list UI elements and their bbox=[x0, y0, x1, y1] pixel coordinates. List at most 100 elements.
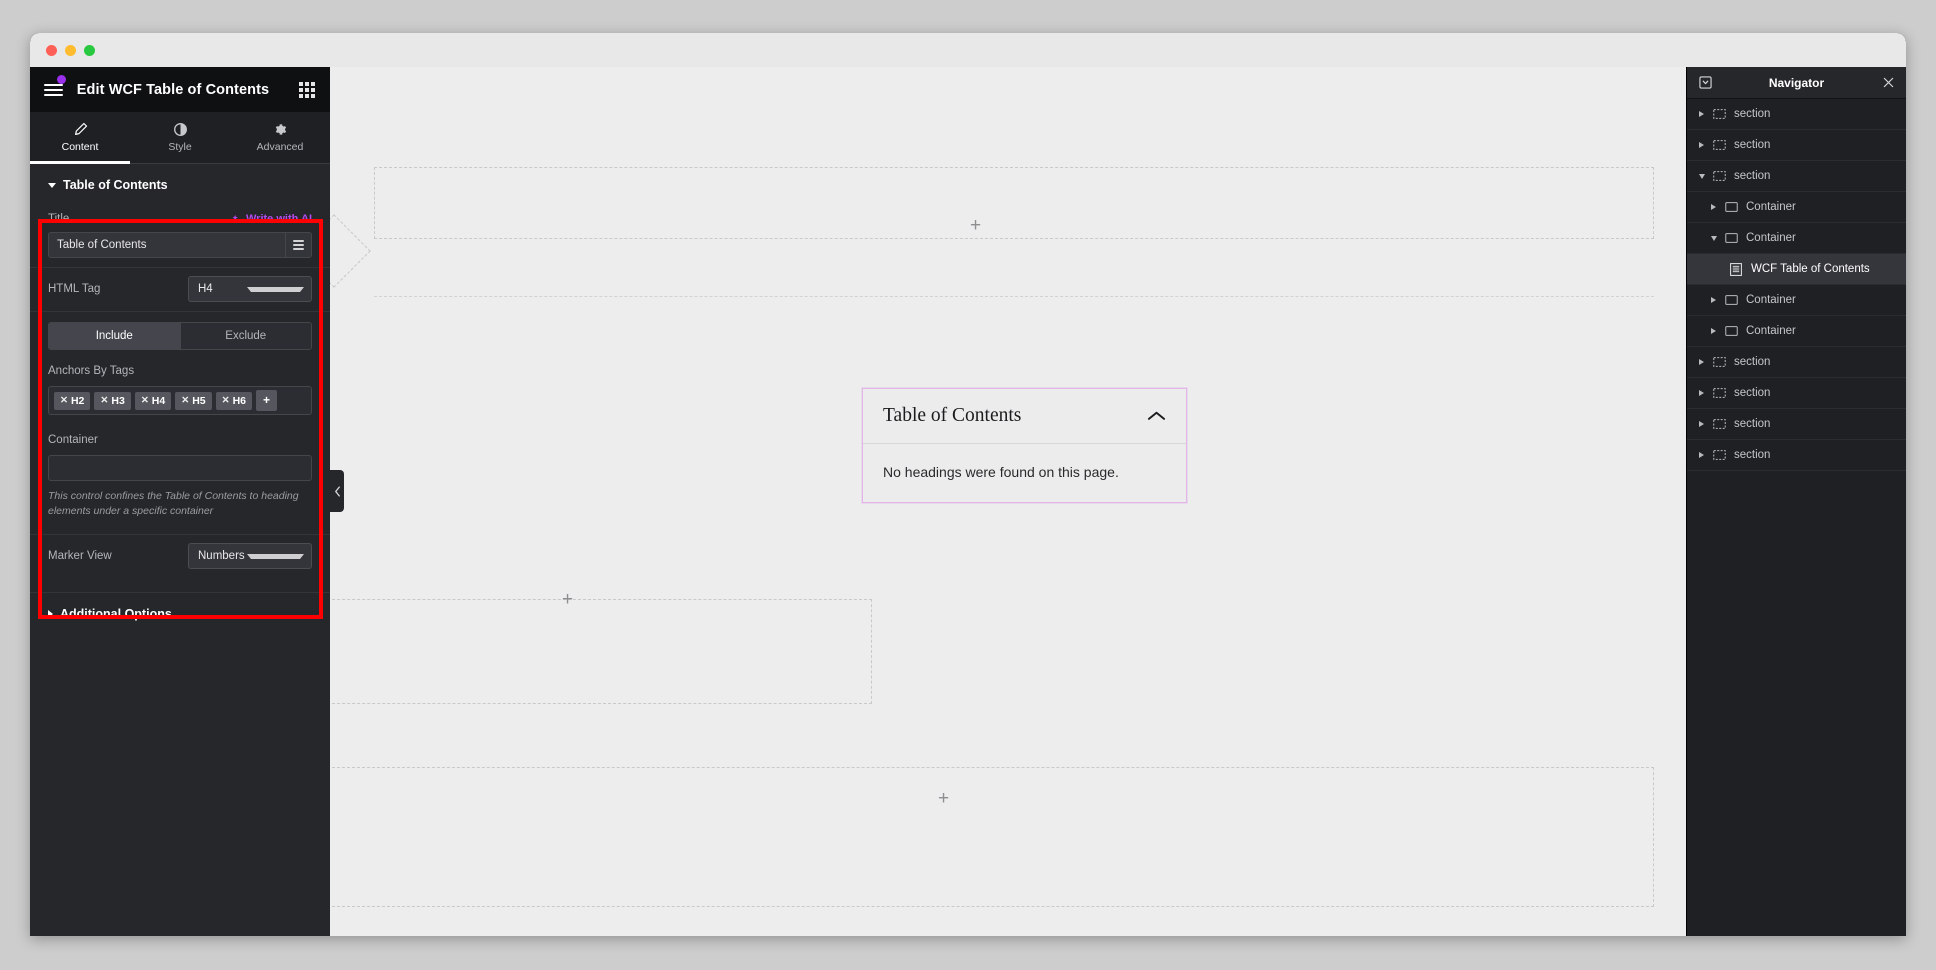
tab-content-label: Content bbox=[61, 141, 99, 153]
add-tag-button[interactable]: + bbox=[256, 390, 278, 411]
expand-toggle[interactable] bbox=[1697, 142, 1706, 148]
marker-view-value: Numbers bbox=[198, 550, 245, 563]
tab-content[interactable]: Content bbox=[30, 112, 130, 164]
navigator-item-section[interactable]: section bbox=[1687, 130, 1906, 161]
navigator-panel: Navigator section section section Contai… bbox=[1686, 67, 1906, 936]
minimize-icon bbox=[1698, 76, 1712, 89]
control-include-exclude: Include Exclude bbox=[30, 311, 330, 359]
expand-toggle[interactable] bbox=[1697, 359, 1706, 365]
navigator-dock-button[interactable] bbox=[1696, 74, 1714, 92]
control-anchors-by-tags: Anchors By Tags ✕ H2 ✕ H3 ✕ H4 ✕ H5 ✕ H6… bbox=[30, 359, 330, 424]
panel-tabs: Content Style Advanced bbox=[30, 112, 330, 164]
page-preview-canvas: + + + Table of Contents No headings were… bbox=[330, 67, 1906, 936]
tab-advanced[interactable]: Advanced bbox=[230, 112, 330, 163]
marker-view-select[interactable]: Numbers bbox=[188, 543, 312, 570]
window-minimize-button[interactable] bbox=[65, 45, 76, 56]
navigator-item-label: section bbox=[1734, 108, 1771, 120]
remove-tag-icon[interactable]: ✕ bbox=[181, 395, 189, 406]
dynamic-tags-icon bbox=[293, 239, 304, 251]
expand-toggle[interactable] bbox=[1709, 328, 1718, 334]
navigator-item-label: section bbox=[1734, 356, 1771, 368]
container-icon bbox=[1725, 326, 1739, 336]
empty-section-placeholder[interactable] bbox=[374, 167, 1654, 239]
chevron-up-icon[interactable] bbox=[1147, 410, 1166, 422]
exclude-tab[interactable]: Exclude bbox=[179, 323, 311, 349]
collapse-toggle[interactable] bbox=[1697, 173, 1706, 179]
html-tag-select[interactable]: H4 bbox=[188, 276, 312, 302]
add-element-button[interactable]: + bbox=[938, 789, 949, 808]
add-element-button[interactable]: + bbox=[562, 590, 573, 609]
panel-body: Table of Contents Title Write with AI Ta… bbox=[30, 164, 330, 936]
navigator-item-container[interactable]: Container bbox=[1687, 316, 1906, 347]
navigator-item-section[interactable]: section bbox=[1687, 378, 1906, 409]
section-heading-additional-options: Additional Options bbox=[60, 607, 172, 622]
anchors-by-tags-label: Anchors By Tags bbox=[48, 365, 135, 377]
title-input[interactable]: Table of Contents bbox=[48, 232, 312, 258]
remove-tag-icon[interactable]: ✕ bbox=[100, 395, 108, 406]
navigator-item-section[interactable]: section bbox=[1687, 409, 1906, 440]
tag-chip-label: H6 bbox=[232, 394, 247, 407]
empty-section-placeholder[interactable] bbox=[330, 599, 872, 704]
tag-chip-label: H2 bbox=[70, 394, 85, 407]
container-label: Container bbox=[48, 434, 98, 446]
navigator-item-section[interactable]: section bbox=[1687, 99, 1906, 130]
navigator-item-wcf-table-of-contents[interactable]: WCF Table of Contents bbox=[1687, 254, 1906, 285]
page-title: Edit WCF Table of Contents bbox=[76, 81, 270, 98]
navigator-item-container[interactable]: Container bbox=[1687, 192, 1906, 223]
expand-toggle[interactable] bbox=[1697, 421, 1706, 427]
tab-style[interactable]: Style bbox=[130, 112, 230, 163]
section-icon bbox=[1713, 109, 1727, 119]
chevron-right-icon bbox=[1711, 328, 1716, 334]
navigator-item-container[interactable]: Container bbox=[1687, 285, 1906, 316]
dynamic-tags-button[interactable] bbox=[285, 233, 311, 257]
widgets-panel-button[interactable] bbox=[284, 67, 330, 112]
navigator-item-container[interactable]: Container bbox=[1687, 223, 1906, 254]
expand-toggle[interactable] bbox=[1697, 390, 1706, 396]
tag-chip[interactable]: ✕ H3 bbox=[94, 391, 131, 410]
navigator-item-section[interactable]: section bbox=[1687, 440, 1906, 471]
remove-tag-icon[interactable]: ✕ bbox=[141, 395, 149, 406]
wcf-table-of-contents-widget[interactable]: Table of Contents No headings were found… bbox=[862, 388, 1187, 503]
empty-section-placeholder[interactable] bbox=[330, 767, 1654, 907]
navigator-item-label: Container bbox=[1746, 232, 1796, 244]
navigator-title: Navigator bbox=[1768, 75, 1825, 90]
window-titlebar bbox=[30, 33, 1906, 67]
window-close-button[interactable] bbox=[46, 45, 57, 56]
application-window: Edit WCF Table of Contents Content Style… bbox=[30, 33, 1906, 936]
section-icon bbox=[1713, 419, 1727, 429]
add-element-button[interactable]: + bbox=[970, 216, 981, 235]
tag-chip[interactable]: ✕ H5 bbox=[175, 391, 212, 410]
chevron-right-icon bbox=[1699, 390, 1704, 396]
hamburger-menu-button[interactable] bbox=[30, 67, 76, 112]
navigator-close-button[interactable] bbox=[1879, 74, 1897, 92]
container-input[interactable] bbox=[48, 455, 312, 481]
pencil-icon bbox=[74, 122, 87, 135]
section-toggle-table-of-contents[interactable]: Table of Contents bbox=[30, 164, 330, 205]
section-icon bbox=[1713, 171, 1727, 181]
remove-tag-icon[interactable]: ✕ bbox=[222, 395, 230, 406]
toc-widget-header[interactable]: Table of Contents bbox=[863, 389, 1186, 444]
expand-toggle[interactable] bbox=[1697, 111, 1706, 117]
remove-tag-icon[interactable]: ✕ bbox=[60, 395, 68, 406]
navigator-item-label: section bbox=[1734, 387, 1771, 399]
tag-chip[interactable]: ✕ H2 bbox=[54, 391, 91, 410]
navigator-item-section[interactable]: section bbox=[1687, 161, 1906, 192]
navigator-item-section[interactable]: section bbox=[1687, 347, 1906, 378]
write-with-ai-button[interactable]: Write with AI bbox=[231, 213, 312, 225]
tab-advanced-label: Advanced bbox=[256, 141, 304, 153]
include-tab[interactable]: Include bbox=[49, 323, 180, 349]
tag-chip-label: H3 bbox=[111, 394, 125, 407]
collapse-toggle[interactable] bbox=[1709, 235, 1718, 241]
container-icon bbox=[1725, 233, 1739, 243]
window-zoom-button[interactable] bbox=[84, 45, 95, 56]
expand-toggle[interactable] bbox=[1709, 204, 1718, 210]
tab-style-label: Style bbox=[168, 141, 192, 153]
expand-toggle[interactable] bbox=[1709, 297, 1718, 303]
tag-chip[interactable]: ✕ H4 bbox=[134, 391, 172, 410]
tag-chip[interactable]: ✕ H6 bbox=[215, 391, 253, 410]
expand-toggle[interactable] bbox=[1697, 452, 1706, 458]
tag-chip-label: H5 bbox=[192, 394, 206, 407]
panel-collapse-handle[interactable] bbox=[330, 470, 344, 512]
anchors-tags-field[interactable]: ✕ H2 ✕ H3 ✕ H4 ✕ H5 ✕ H6 + bbox=[48, 386, 312, 415]
section-toggle-additional-options[interactable]: Additional Options bbox=[30, 592, 330, 635]
